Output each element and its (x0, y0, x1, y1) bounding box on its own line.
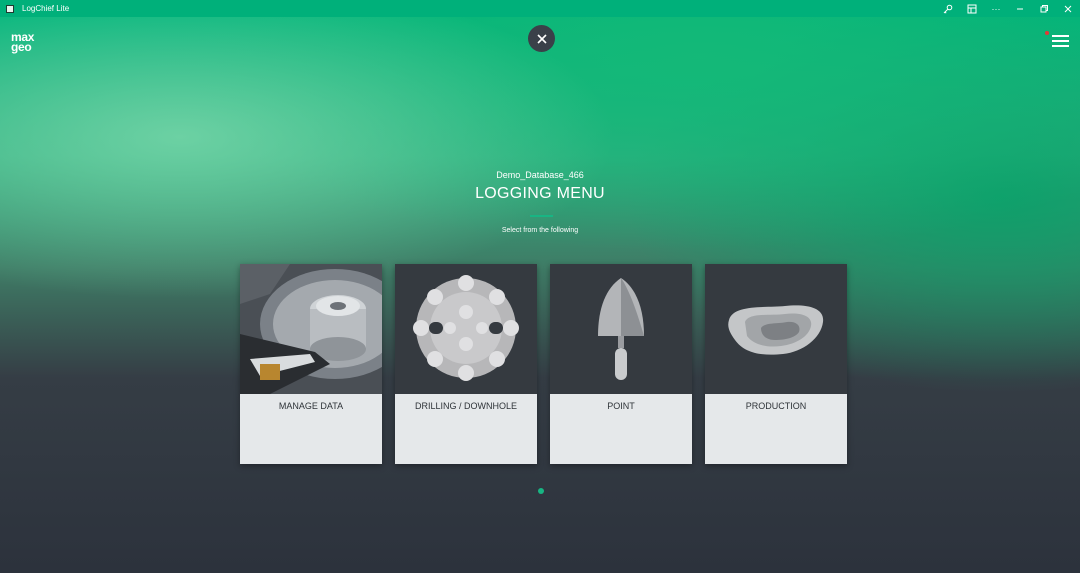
layout-icon[interactable] (960, 0, 984, 17)
minimize-icon[interactable] (1008, 0, 1032, 17)
logo-line2: geo (11, 40, 32, 54)
window-titlebar: LogChief Lite ··· (0, 0, 1080, 17)
card-production[interactable]: PRODUCTION (705, 264, 847, 464)
card-label: PRODUCTION (745, 401, 807, 411)
card-label: POINT (607, 401, 635, 411)
notification-dot (1045, 31, 1049, 35)
close-menu-button[interactable] (528, 25, 555, 52)
card-drilling-downhole[interactable]: DRILLING / DOWNHOLE (395, 264, 537, 464)
close-icon[interactable] (1056, 0, 1080, 17)
rock-sample-image (705, 264, 847, 394)
key-icon[interactable] (936, 0, 960, 17)
page-title: LOGGING MENU (475, 185, 605, 202)
pagination-dot[interactable] (538, 488, 544, 494)
window-title: LogChief Lite (22, 4, 70, 13)
card-point[interactable]: POINT (550, 264, 692, 464)
maxgeo-logo: max geo (11, 31, 45, 54)
app-icon (6, 4, 14, 13)
drill-bit-image (395, 264, 537, 394)
card-label: MANAGE DATA (278, 401, 344, 411)
card-label: DRILLING / DOWNHOLE (414, 401, 517, 411)
close-x-icon (536, 33, 547, 44)
hamburger-menu-button[interactable] (1045, 31, 1072, 49)
trowel-image (550, 264, 692, 394)
card-manage-data[interactable]: MANAGE DATA (240, 264, 382, 464)
menu-cards: MANAGE DATA DRILLING / DOWNHOLE POINT PR… (240, 264, 847, 464)
page-subtitle: Select from the following (501, 227, 579, 234)
more-icon[interactable]: ··· (984, 0, 1008, 17)
window-controls: ··· (936, 0, 1080, 17)
database-name: Demo_Database_466 (496, 170, 584, 180)
title-underline (530, 215, 553, 217)
hard-drive-image (240, 264, 382, 394)
restore-icon[interactable] (1032, 0, 1056, 17)
